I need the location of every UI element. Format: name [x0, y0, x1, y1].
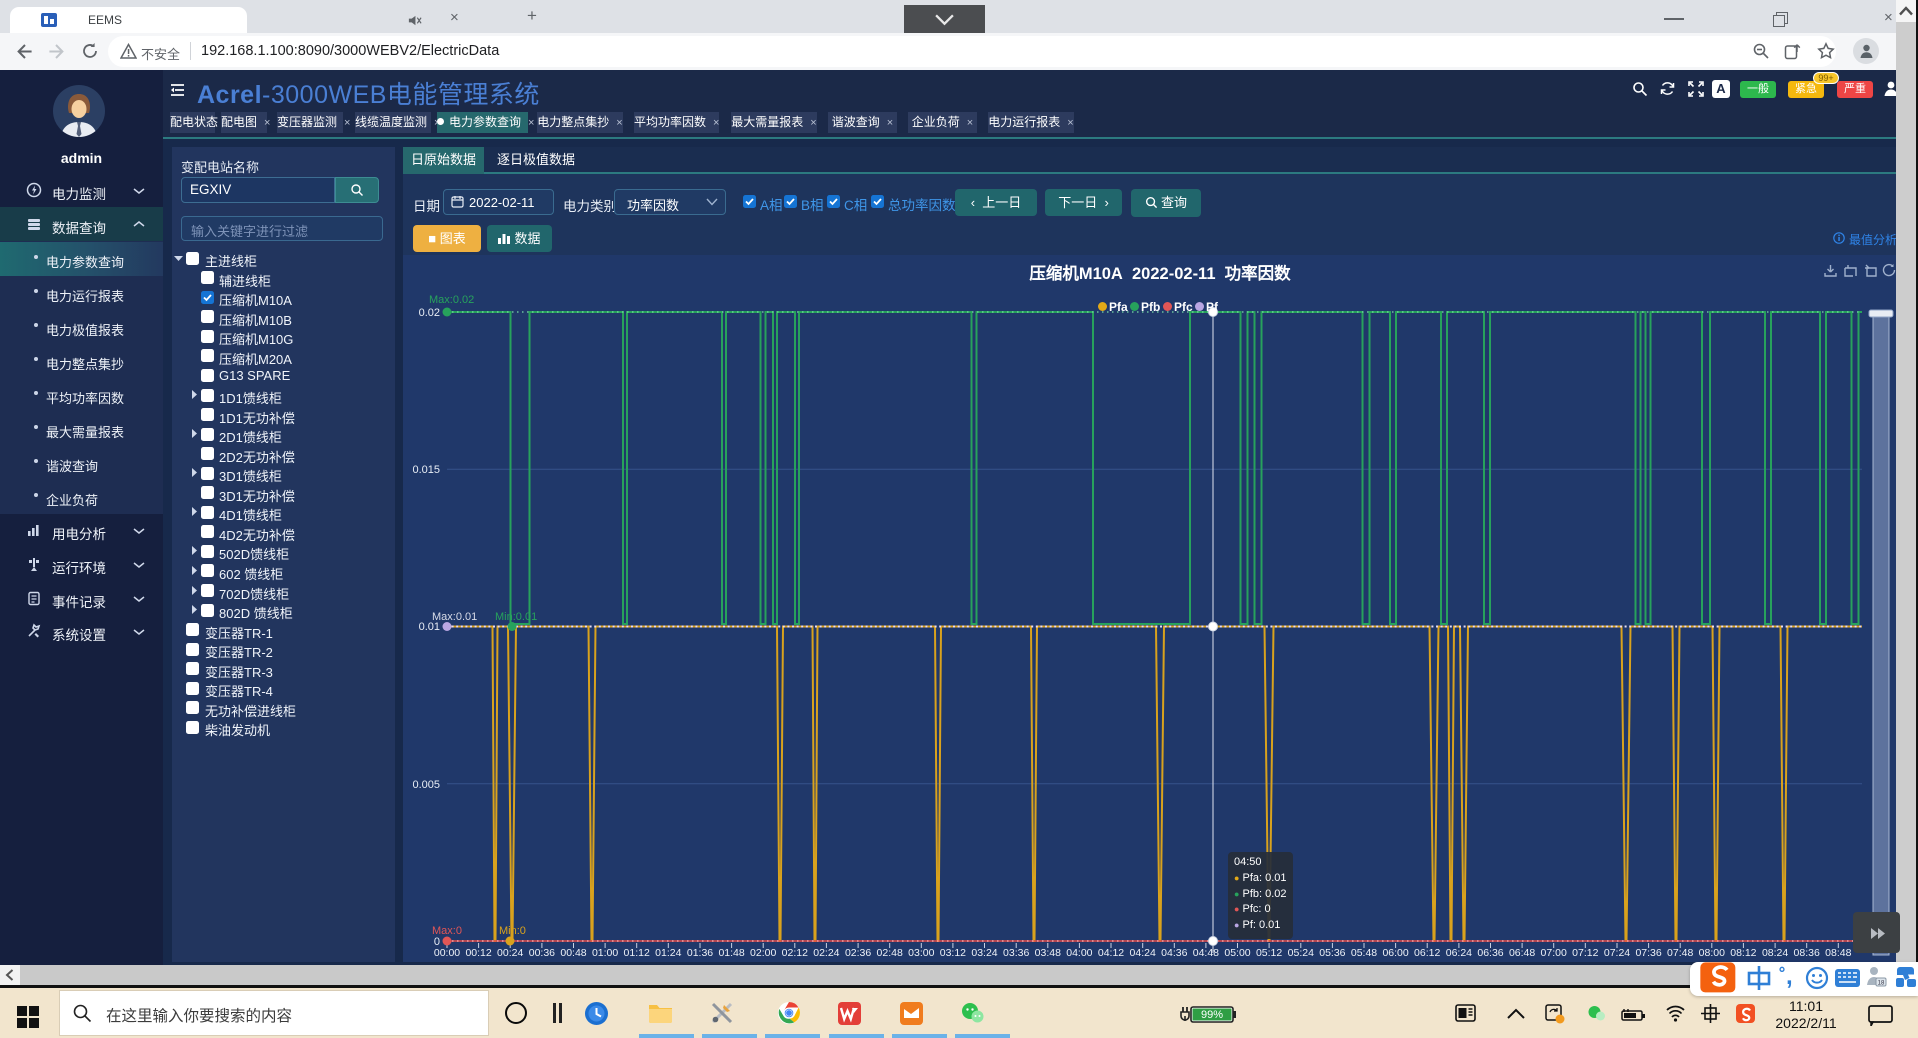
svg-text:00:00: 00:00 [434, 947, 460, 959]
svg-text:01:12: 01:12 [624, 947, 650, 959]
svg-text:05:00: 05:00 [1224, 947, 1250, 959]
svg-text:04:48: 04:48 [1193, 947, 1219, 959]
svg-text:01:00: 01:00 [592, 947, 618, 959]
svg-text:03:24: 03:24 [971, 947, 997, 959]
svg-text:00:48: 00:48 [560, 947, 586, 959]
svg-text:06:48: 06:48 [1509, 947, 1535, 959]
svg-text:Min:0.01: Min:0.01 [495, 611, 537, 623]
svg-text:07:24: 07:24 [1604, 947, 1630, 959]
svg-text:06:00: 06:00 [1382, 947, 1408, 959]
svg-text:07:12: 07:12 [1572, 947, 1598, 959]
svg-text:00:24: 00:24 [497, 947, 523, 959]
svg-text:0.015: 0.015 [412, 464, 440, 476]
svg-text:05:24: 05:24 [1288, 947, 1314, 959]
svg-text:08:24: 08:24 [1762, 947, 1788, 959]
svg-text:01:48: 01:48 [718, 947, 744, 959]
svg-text:0: 0 [434, 936, 440, 948]
svg-text:99%: 99% [1201, 1009, 1223, 1021]
svg-text:01:24: 01:24 [655, 947, 681, 959]
svg-text:06:12: 06:12 [1414, 947, 1440, 959]
svg-text:06:36: 06:36 [1477, 947, 1503, 959]
svg-text:03:36: 03:36 [1003, 947, 1029, 959]
svg-text:06:24: 06:24 [1446, 947, 1472, 959]
svg-text:03:00: 03:00 [908, 947, 934, 959]
svg-text:05:48: 05:48 [1351, 947, 1377, 959]
svg-text:07:48: 07:48 [1667, 947, 1693, 959]
svg-text:Max:0: Max:0 [432, 925, 462, 937]
svg-text:00:36: 00:36 [529, 947, 555, 959]
svg-text:04:12: 04:12 [1098, 947, 1124, 959]
svg-text:18: 18 [1878, 981, 1885, 987]
svg-text:Min:0: Min:0 [499, 925, 526, 937]
svg-text:02:24: 02:24 [813, 947, 839, 959]
svg-text:03:48: 03:48 [1035, 947, 1061, 959]
svg-text:04:36: 04:36 [1161, 947, 1187, 959]
svg-text:03:12: 03:12 [940, 947, 966, 959]
svg-text:01:36: 01:36 [687, 947, 713, 959]
svg-text:02:48: 02:48 [877, 947, 903, 959]
svg-text:Max:0.01: Max:0.01 [432, 611, 477, 623]
svg-text:07:00: 07:00 [1541, 947, 1567, 959]
svg-text:08:36: 08:36 [1794, 947, 1820, 959]
svg-text:Max:0.02: Max:0.02 [429, 294, 474, 306]
svg-text:05:36: 05:36 [1319, 947, 1345, 959]
svg-text:05:12: 05:12 [1256, 947, 1282, 959]
svg-text:07:36: 07:36 [1635, 947, 1661, 959]
svg-text:0.005: 0.005 [412, 779, 440, 791]
svg-text:0.02: 0.02 [419, 307, 440, 319]
svg-text:04:00: 04:00 [1066, 947, 1092, 959]
svg-text:02:12: 02:12 [782, 947, 808, 959]
svg-text:08:48: 08:48 [1825, 947, 1851, 959]
svg-text:00:12: 00:12 [465, 947, 491, 959]
svg-text:02:00: 02:00 [750, 947, 776, 959]
svg-text:04:24: 04:24 [1130, 947, 1156, 959]
svg-text:02:36: 02:36 [845, 947, 871, 959]
